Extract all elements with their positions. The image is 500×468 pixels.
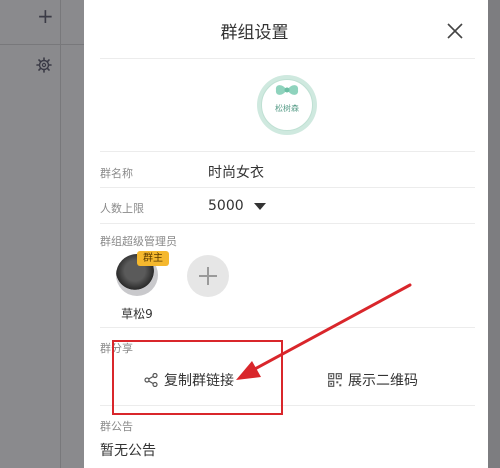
annotation-arrow-icon xyxy=(236,283,412,380)
